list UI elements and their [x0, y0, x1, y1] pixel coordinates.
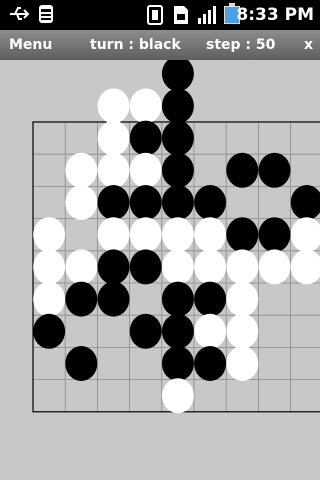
black-stone — [65, 281, 98, 317]
black-stone — [97, 249, 130, 285]
menu-button[interactable]: Menu — [9, 37, 52, 53]
white-stone — [129, 152, 162, 188]
white-stone — [33, 281, 66, 317]
white-stone — [194, 217, 227, 253]
sd-card-icon — [172, 4, 190, 32]
turn-indicator: turn : black — [90, 37, 181, 53]
white-stone — [258, 249, 291, 285]
black-stone — [161, 346, 194, 381]
stones-layer — [33, 60, 320, 414]
white-stone — [161, 378, 194, 414]
black-stone — [290, 185, 320, 220]
black-stone — [129, 120, 162, 156]
white-stone — [97, 88, 130, 124]
white-stone — [33, 217, 66, 253]
white-stone — [290, 249, 320, 285]
go-board[interactable] — [0, 60, 320, 480]
white-stone — [226, 313, 259, 349]
black-stone — [33, 313, 66, 349]
game-menu-bar: Menu turn : black step : 50 x — [0, 30, 320, 60]
status-time: 8:33 PM — [236, 5, 314, 25]
white-stone — [97, 120, 130, 156]
white-stone — [226, 281, 259, 317]
step-counter: step : 50 — [206, 37, 276, 53]
black-stone — [65, 346, 98, 381]
black-stone — [258, 152, 291, 188]
black-stone — [194, 346, 227, 381]
black-stone — [194, 185, 227, 220]
sim-icon — [146, 4, 166, 32]
white-stone — [129, 217, 162, 253]
black-stone — [258, 217, 291, 253]
black-stone — [161, 88, 194, 124]
black-stone — [129, 249, 162, 285]
android-debug-icon — [36, 3, 56, 31]
black-stone — [226, 152, 259, 188]
black-stone — [129, 313, 162, 349]
white-stone — [290, 217, 320, 253]
white-stone — [194, 249, 227, 285]
black-stone — [194, 281, 227, 317]
white-stone — [161, 249, 194, 285]
white-stone — [226, 249, 259, 285]
black-stone — [161, 60, 194, 92]
white-stone — [97, 152, 130, 188]
black-stone — [161, 120, 194, 156]
white-stone — [65, 249, 98, 285]
black-stone — [161, 313, 194, 349]
white-stone — [33, 249, 66, 285]
white-stone — [65, 152, 98, 188]
black-stone — [129, 185, 162, 220]
white-stone — [194, 313, 227, 349]
usb-icon — [8, 2, 30, 32]
black-stone — [161, 185, 194, 220]
black-stone — [226, 217, 259, 253]
white-stone — [161, 217, 194, 253]
white-stone — [129, 88, 162, 124]
close-button[interactable]: x — [304, 37, 313, 53]
white-stone — [97, 217, 130, 253]
black-stone — [97, 185, 130, 220]
status-bar: 8:33 PM — [0, 0, 320, 30]
white-stone — [65, 185, 98, 220]
white-stone — [226, 346, 259, 381]
black-stone — [97, 281, 130, 317]
black-stone — [161, 281, 194, 317]
black-stone — [161, 152, 194, 188]
